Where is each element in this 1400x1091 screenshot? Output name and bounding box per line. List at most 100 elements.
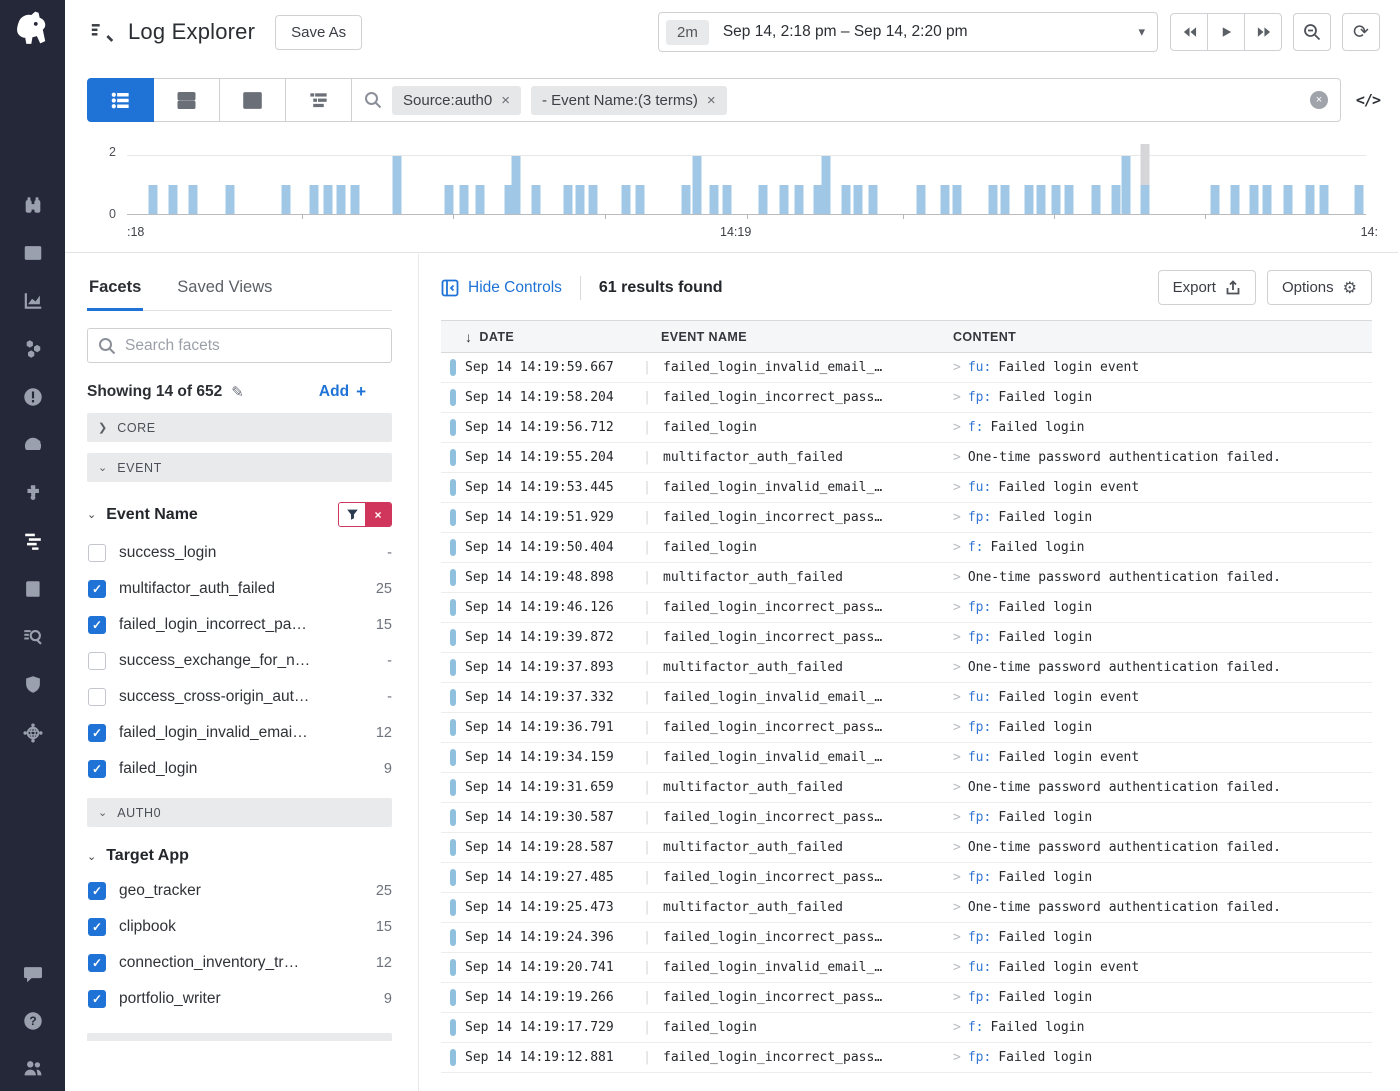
table-row[interactable]: Sep 14 14:19:59.667| failed_login_invali… [441, 353, 1372, 383]
table-row[interactable]: Sep 14 14:19:56.712| failed_login > f: F… [441, 413, 1372, 443]
datadog-logo[interactable] [11, 8, 55, 52]
clear-facet-filter-button[interactable]: × [365, 503, 391, 526]
table-row[interactable]: Sep 14 14:19:36.791| failed_login_incorr… [441, 713, 1372, 743]
table-row[interactable]: Sep 14 14:19:55.204| multifactor_auth_fa… [441, 443, 1372, 473]
search-bar[interactable]: Source:auth0 × - Event Name:(3 terms) × … [351, 78, 1341, 122]
facet-section-event[interactable]: ⌄ EVENT [87, 453, 392, 482]
table-row[interactable]: Sep 14 14:19:39.872| failed_login_incorr… [441, 623, 1372, 653]
filter-pill-source[interactable]: Source:auth0 × [392, 86, 521, 115]
chevron-down-icon[interactable]: ⌄ [87, 850, 96, 863]
time-step-back-button[interactable] [1170, 13, 1208, 51]
log-explorer-icon[interactable] [22, 626, 44, 648]
time-play-button[interactable] [1207, 13, 1245, 51]
chevron-down-icon[interactable]: ⌄ [87, 508, 96, 521]
checkbox[interactable]: ✓ [88, 760, 106, 778]
table-row[interactable]: Sep 14 14:19:17.729| failed_login > f: F… [441, 1013, 1372, 1043]
tab-saved-views[interactable]: Saved Views [175, 276, 274, 310]
integrations-icon[interactable] [22, 482, 44, 504]
facet-item[interactable]: ✓ failed_login_invalid_emai… 12 [87, 715, 392, 751]
facet-item[interactable]: ✓ failed_login_incorrect_pa… 15 [87, 607, 392, 643]
zoom-out-button[interactable] [1293, 13, 1331, 51]
remove-filter-icon[interactable]: × [501, 92, 510, 109]
column-header-date[interactable]: ↓ DATE [465, 329, 661, 345]
grouped-list-view-button[interactable] [153, 78, 220, 122]
security-icon[interactable] [22, 674, 44, 696]
table-row[interactable]: Sep 14 14:19:20.741| failed_login_invali… [441, 953, 1372, 983]
notebooks-icon[interactable] [22, 578, 44, 600]
query-syntax-toggle[interactable]: </> [1356, 91, 1380, 109]
checkbox[interactable]: ✓ [88, 918, 106, 936]
filter-funnel-button[interactable] [339, 503, 365, 526]
facet-item[interactable]: ✓ multifactor_auth_failed 25 [87, 571, 392, 607]
dashboards-icon[interactable] [22, 242, 44, 264]
checkbox[interactable]: ✓ [88, 580, 106, 598]
options-button[interactable]: Options ⚙ [1267, 270, 1372, 305]
column-header-content[interactable]: CONTENT [953, 330, 1372, 344]
facet-item[interactable]: ✓ portfolio_writer 9 [87, 981, 392, 1017]
chat-icon[interactable] [22, 963, 44, 985]
table-row[interactable]: Sep 14 14:19:37.893| multifactor_auth_fa… [441, 653, 1372, 683]
table-row[interactable]: Sep 14 14:19:12.881| failed_login_incorr… [441, 1043, 1372, 1073]
checkbox[interactable]: ✓ [88, 724, 106, 742]
checkbox[interactable] [88, 652, 106, 670]
save-as-button[interactable]: Save As [275, 15, 362, 50]
checkbox[interactable] [88, 544, 106, 562]
refresh-button[interactable]: ⟳ [1342, 13, 1380, 51]
filter-pill-event-name[interactable]: - Event Name:(3 terms) × [531, 86, 727, 115]
help-icon[interactable]: ? [22, 1010, 44, 1032]
network-icon[interactable] [22, 722, 44, 744]
checkbox[interactable]: ✓ [88, 954, 106, 972]
histogram-plot-area[interactable] [127, 140, 1366, 215]
facet-item[interactable]: success_exchange_for_n… - [87, 643, 392, 679]
edit-facets-icon[interactable]: ✎ [231, 383, 244, 401]
facet-item[interactable]: ✓ clipbook 15 [87, 909, 392, 945]
monitors-icon[interactable] [22, 386, 44, 408]
tab-facets[interactable]: Facets [87, 276, 143, 311]
facet-item[interactable]: ✓ connection_inventory_tr… 12 [87, 945, 392, 981]
column-header-event-name[interactable]: EVENT NAME [661, 330, 953, 344]
time-step-forward-button[interactable] [1244, 13, 1282, 51]
table-row[interactable]: Sep 14 14:19:25.473| multifactor_auth_fa… [441, 893, 1372, 923]
checkbox[interactable]: ✓ [88, 990, 106, 1008]
facet-item[interactable]: success_login - [87, 535, 392, 571]
watchdog-icon[interactable] [22, 194, 44, 216]
table-row[interactable]: Sep 14 14:19:28.587| multifactor_auth_fa… [441, 833, 1372, 863]
apm-icon[interactable] [22, 434, 44, 456]
remove-filter-icon[interactable]: × [707, 92, 716, 109]
clear-search-icon[interactable]: × [1310, 91, 1328, 109]
table-row[interactable]: Sep 14 14:19:48.898| multifactor_auth_fa… [441, 563, 1372, 593]
list-view-button[interactable] [87, 78, 154, 122]
table-row[interactable]: Sep 14 14:19:30.587| failed_login_incorr… [441, 803, 1372, 833]
metrics-icon[interactable] [22, 290, 44, 312]
table-row[interactable]: Sep 14 14:19:46.126| failed_login_incorr… [441, 593, 1372, 623]
table-row[interactable]: Sep 14 14:19:34.159| failed_login_invali… [441, 743, 1372, 773]
export-button[interactable]: Export [1158, 270, 1256, 305]
infrastructure-icon[interactable] [22, 338, 44, 360]
facet-section-auth0[interactable]: ⌄ AUTH0 [87, 798, 392, 827]
facet-section-core[interactable]: ❯ CORE [87, 413, 392, 442]
timeseries-view-button[interactable] [219, 78, 286, 122]
checkbox[interactable] [88, 688, 106, 706]
facet-item[interactable]: ✓ failed_login 9 [87, 751, 392, 787]
table-row[interactable]: Sep 14 14:19:19.266| failed_login_incorr… [441, 983, 1372, 1013]
table-row[interactable]: Sep 14 14:19:31.659| multifactor_auth_fa… [441, 773, 1372, 803]
table-row[interactable]: Sep 14 14:19:37.332| failed_login_invali… [441, 683, 1372, 713]
patterns-view-button[interactable] [285, 78, 352, 122]
facet-item[interactable]: ✓ geo_tracker 25 [87, 873, 392, 909]
table-row[interactable]: Sep 14 14:19:50.404| failed_login > f: F… [441, 533, 1372, 563]
table-row[interactable]: Sep 14 14:19:53.445| failed_login_invali… [441, 473, 1372, 503]
hide-controls-button[interactable]: Hide Controls [441, 279, 562, 297]
table-row[interactable]: Sep 14 14:19:51.929| failed_login_incorr… [441, 503, 1372, 533]
add-facet-button[interactable]: Add+ [319, 382, 366, 402]
table-row[interactable]: Sep 14 14:19:27.485| failed_login_incorr… [441, 863, 1372, 893]
logs-icon[interactable] [22, 530, 44, 552]
table-row[interactable]: Sep 14 14:19:58.204| failed_login_incorr… [441, 383, 1372, 413]
time-range-picker[interactable]: 2m Sep 14, 2:18 pm – Sep 14, 2:20 pm ▾ [658, 12, 1158, 52]
checkbox[interactable]: ✓ [88, 882, 106, 900]
cell-event-name: failed_login_incorrect_pass… [661, 720, 953, 735]
table-row[interactable]: Sep 14 14:19:24.396| failed_login_incorr… [441, 923, 1372, 953]
users-icon[interactable] [22, 1057, 44, 1079]
facet-item[interactable]: success_cross-origin_aut… - [87, 679, 392, 715]
checkbox[interactable]: ✓ [88, 616, 106, 634]
facet-search-input[interactable] [125, 337, 381, 355]
